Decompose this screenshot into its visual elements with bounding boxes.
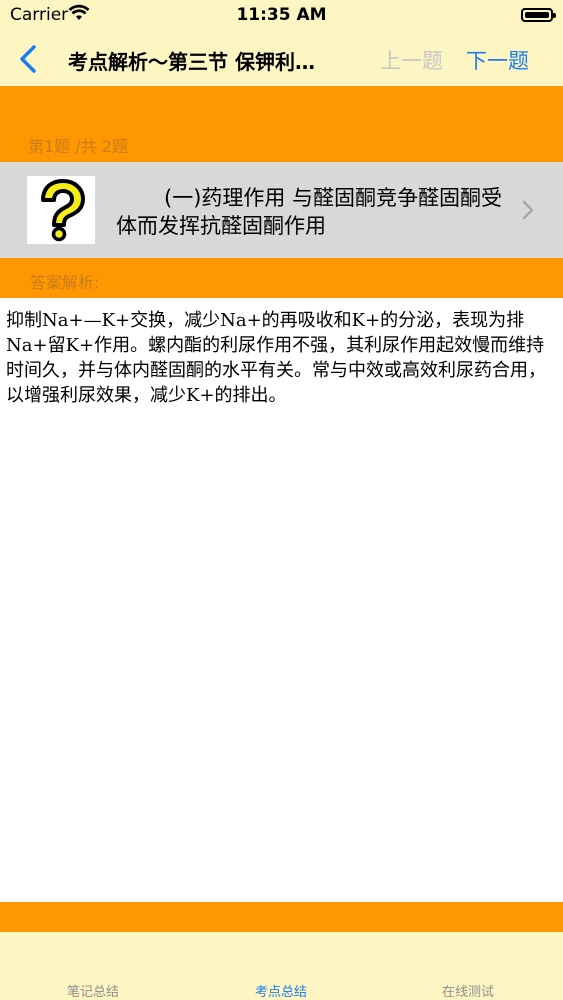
status-bar: Carrier 11:35 AM <box>0 0 563 32</box>
answer-text: 抑制Na+—K+交换，减少Na+的再吸收和K+的分泌，表现为排Na+留K+作用。… <box>6 310 546 406</box>
tab-notes-summary[interactable]: 笔记总结 <box>33 981 153 1000</box>
next-question-button[interactable]: 下一题 <box>466 45 529 75</box>
page-title: 考点解析～第三节 保钾利… <box>68 50 315 74</box>
bottom-divider <box>0 902 563 932</box>
question-text: (一)药理作用 与醛固酮竞争醛固酮受体而发挥抗醛固酮作用 <box>116 186 503 238</box>
question-counter: 第1题 /共 2题 <box>28 137 128 156</box>
tab-key-points-summary[interactable]: 考点总结 <box>221 981 341 1000</box>
question-row[interactable]: (一)药理作用 与醛固酮竞争醛固酮受体而发挥抗醛固酮作用 <box>0 162 563 258</box>
clock: 11:35 AM <box>236 5 327 25</box>
back-chevron-icon[interactable] <box>12 42 46 76</box>
previous-question-button[interactable]: 上一题 <box>380 45 443 75</box>
question-header: 第1题 /共 2题 <box>0 86 563 162</box>
question-mark-icon <box>27 176 95 244</box>
battery-icon <box>521 8 556 22</box>
answer-header: 答案解析: <box>0 258 563 298</box>
tab-bar: 笔记总结 考点总结 在线测试 <box>0 932 563 1000</box>
navigation-bar: 考点解析～第三节 保钾利… 上一题 下一题 <box>0 32 563 86</box>
tab-online-test[interactable]: 在线测试 <box>408 981 528 1000</box>
chevron-right-icon <box>522 200 534 220</box>
answer-label: 答案解析: <box>30 273 100 292</box>
